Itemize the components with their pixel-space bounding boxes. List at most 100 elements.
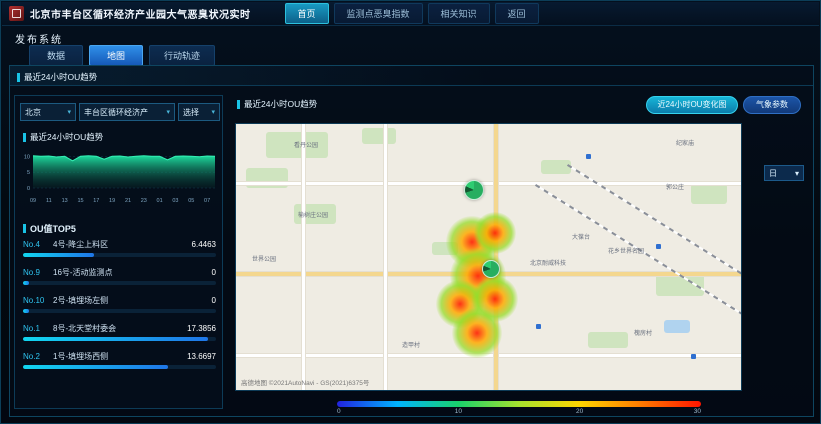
station-name: 1号-填埋场西侧 — [53, 351, 183, 362]
monitor-point-pie-marker[interactable] — [482, 260, 500, 278]
nav-item[interactable]: 相关知识 — [428, 3, 490, 24]
ou-value: 6.4463 — [192, 240, 216, 249]
ou-value: 0 — [212, 268, 216, 277]
rank-label: No.4 — [23, 240, 53, 249]
tab[interactable]: 地图 — [89, 45, 143, 66]
top-list-row: No.21号-填埋场西侧 13.6697 — [23, 351, 216, 369]
monitor-point-pie-marker[interactable] — [464, 180, 484, 200]
period-select[interactable]: 日 ▾ — [764, 165, 804, 181]
svg-text:05: 05 — [188, 198, 194, 204]
legend-tick: 30 — [694, 408, 701, 415]
top-row-text: No.18号-北天堂村委会17.3856 — [23, 323, 216, 334]
nav-item[interactable]: 监测点恶臭指数 — [334, 3, 423, 24]
metro-station-icon — [536, 324, 541, 329]
progress-bar — [23, 309, 29, 313]
progress-track — [23, 337, 216, 341]
svg-text:11: 11 — [46, 198, 52, 204]
ou-value: 17.3856 — [187, 324, 216, 333]
nav-item[interactable]: 首页 — [285, 3, 329, 24]
rank-label: No.2 — [23, 352, 53, 361]
main-nav: 首页监测点恶臭指数相关知识返回 — [285, 3, 539, 24]
panel-title: 最近24小时OU趋势 — [17, 71, 97, 83]
weather-params-button[interactable]: 气象参数 — [743, 96, 801, 114]
map-place-label: 榆树庄公园 — [298, 210, 328, 219]
ou-value: 13.6697 — [187, 352, 216, 361]
progress-track — [23, 253, 216, 257]
top-list-row: No.916号-活动监测点0 — [23, 267, 216, 285]
map-attribution: 高德地图 ©2021AutoNavi - GS(2021)6375号 — [241, 377, 369, 387]
legend-tick: 20 — [576, 408, 583, 415]
svg-text:0: 0 — [27, 186, 30, 192]
chevron-down-icon: ▾ — [67, 108, 71, 116]
top5-title: OU值TOP5 — [23, 222, 76, 235]
map-place-label: 花乡世界名园 — [608, 246, 644, 255]
top-row-text: No.102号-填埋场左侧0 — [23, 295, 216, 306]
filter-select[interactable]: 北京 ▾ — [20, 103, 76, 121]
progress-track — [23, 365, 216, 369]
svg-text:03: 03 — [172, 198, 178, 204]
svg-text:13: 13 — [62, 198, 68, 204]
top-header: 北京市丰台区循环经济产业园大气恶臭状况实时 首页监测点恶臭指数相关知识返回 — [2, 2, 819, 26]
progress-bar — [23, 337, 208, 341]
left-panel: 北京▾丰台区循环经济产▾选择▾ 最近24小时OU趋势 0510091113151… — [14, 95, 223, 409]
metro-station-icon — [691, 354, 696, 359]
map-road — [384, 124, 387, 390]
chevron-down-icon: ▾ — [795, 169, 799, 178]
top-row-text: No.21号-填埋场西侧 13.6697 — [23, 351, 216, 362]
map-place-label: 纪家庙 — [676, 138, 694, 147]
nav-item[interactable]: 返回 — [495, 3, 539, 24]
map-park-area — [246, 168, 288, 188]
rank-label: No.1 — [23, 324, 53, 333]
title-accent-icon — [237, 100, 240, 109]
svg-text:19: 19 — [109, 198, 115, 204]
progress-track — [23, 309, 216, 313]
title-accent-icon — [23, 133, 26, 142]
system-label: 发布系统 — [15, 31, 63, 46]
select-value: 选择 — [183, 107, 199, 118]
select-value: 丰台区循环经济产 — [84, 107, 148, 118]
app-logo-icon — [9, 6, 24, 21]
app-title: 北京市丰台区循环经济产业园大气恶臭状况实时 — [30, 6, 251, 21]
top-list-row: No.44号-降尘上料区 6.4463 — [23, 239, 216, 257]
map-place-label: 郭公庄 — [666, 182, 684, 191]
map-road — [302, 124, 305, 390]
map-park-area — [588, 332, 628, 348]
tab[interactable]: 行动轨迹 — [149, 45, 215, 66]
svg-text:10: 10 — [24, 154, 30, 160]
map-park-area — [541, 160, 571, 174]
legend-tick: 0 — [337, 408, 341, 415]
select-value: 北京 — [25, 107, 41, 118]
top-row-text: No.44号-降尘上料区 6.4463 — [23, 239, 216, 250]
filter-select[interactable]: 丰台区循环经济产 ▾ — [79, 103, 175, 121]
ou-change-chart-button[interactable]: 近24小时OU变化图 — [646, 96, 738, 114]
map-place-label: 大葆台 — [572, 232, 590, 241]
heatmap-blob — [452, 308, 502, 358]
title-accent-icon — [17, 73, 20, 82]
svg-text:5: 5 — [27, 170, 30, 176]
map-park-area — [691, 184, 727, 204]
rank-label: No.10 — [23, 296, 53, 305]
station-name: 4号-降尘上料区 — [53, 239, 188, 250]
view-tabs: 数据地图行动轨迹 — [29, 45, 215, 66]
map-canvas[interactable]: 看丹公园榆树庄公园世界公园纪家庙郭公庄大葆台北京耐威科技花乡世界名园槐房村造甲村… — [235, 123, 742, 391]
map-place-label: 世界公园 — [252, 254, 276, 263]
title-accent-icon — [23, 224, 26, 233]
metro-station-icon — [586, 154, 591, 159]
map-water-area — [664, 320, 690, 333]
map-section-title: 最近24小时OU趋势 — [237, 98, 317, 110]
chevron-down-icon: ▾ — [211, 108, 215, 116]
progress-bar — [23, 365, 168, 369]
svg-text:23: 23 — [141, 198, 147, 204]
map-place-label: 看丹公园 — [294, 140, 318, 149]
map-park-area — [362, 128, 396, 144]
svg-text:07: 07 — [204, 198, 210, 204]
metro-station-icon — [656, 244, 661, 249]
filter-selects: 北京 ▾ 丰台区循环经济产 ▾ 选择 ▾ — [20, 103, 220, 121]
tab[interactable]: 数据 — [29, 45, 83, 66]
progress-bar — [23, 253, 94, 257]
chevron-down-icon: ▾ — [166, 108, 170, 116]
svg-text:15: 15 — [77, 198, 83, 204]
progress-track — [23, 281, 216, 285]
top-list-row: No.102号-填埋场左侧0 — [23, 295, 216, 313]
filter-select[interactable]: 选择 ▾ — [178, 103, 220, 121]
